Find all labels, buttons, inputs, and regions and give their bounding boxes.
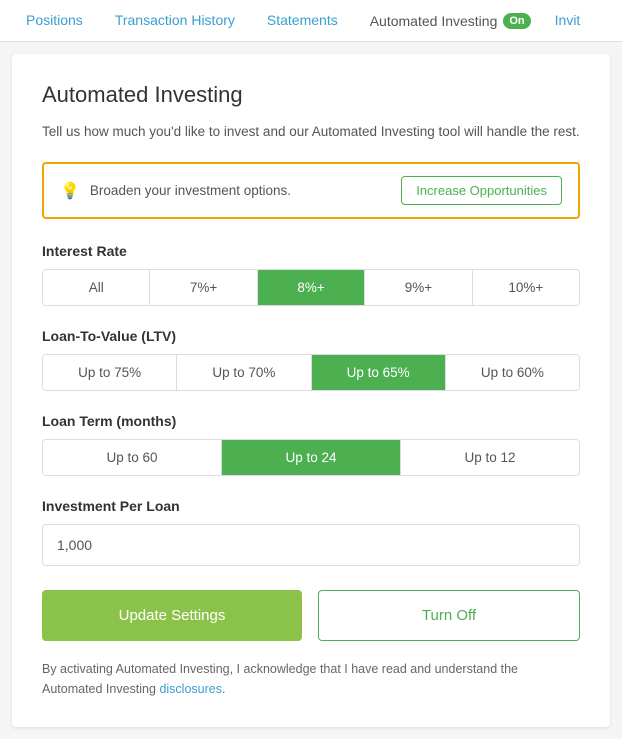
investment-per-loan-input[interactable] <box>42 524 580 566</box>
promo-left: 💡 Broaden your investment options. <box>60 181 291 201</box>
update-settings-button[interactable]: Update Settings <box>42 590 302 641</box>
interest-rate-8pct[interactable]: 8%+ <box>258 270 365 305</box>
loan-term-24[interactable]: Up to 24 <box>222 440 401 475</box>
page-description: Tell us how much you'd like to invest an… <box>42 122 580 142</box>
ltv-65[interactable]: Up to 65% <box>312 355 446 390</box>
promo-text: Broaden your investment options. <box>90 183 291 198</box>
ltv-group: Up to 75% Up to 70% Up to 65% Up to 60% <box>42 354 580 391</box>
footer-text-before: By activating Automated Investing, I ack… <box>42 662 518 696</box>
interest-rate-label: Interest Rate <box>42 243 580 259</box>
ltv-label: Loan-To-Value (LTV) <box>42 328 580 344</box>
main-content: Automated Investing Tell us how much you… <box>12 54 610 727</box>
interest-rate-all[interactable]: All <box>43 270 150 305</box>
investment-per-loan-label: Investment Per Loan <box>42 498 580 514</box>
promo-box: 💡 Broaden your investment options. Incre… <box>42 162 580 219</box>
loan-term-12[interactable]: Up to 12 <box>401 440 579 475</box>
tab-automated-investing[interactable]: Automated Investing On <box>354 1 547 41</box>
footer-text: By activating Automated Investing, I ack… <box>42 659 580 699</box>
footer-text-after: . <box>222 682 225 696</box>
increase-opportunities-button[interactable]: Increase Opportunities <box>401 176 562 205</box>
disclosures-link[interactable]: disclosures <box>159 682 222 696</box>
interest-rate-group: All 7%+ 8%+ 9%+ 10%+ <box>42 269 580 306</box>
tab-automated-investing-label: Automated Investing <box>370 13 498 29</box>
tab-invite[interactable]: Invit <box>547 0 589 42</box>
interest-rate-7pct[interactable]: 7%+ <box>150 270 257 305</box>
interest-rate-10pct[interactable]: 10%+ <box>473 270 579 305</box>
tab-bar: Positions Transaction History Statements… <box>0 0 622 42</box>
tab-transaction-history[interactable]: Transaction History <box>99 0 251 42</box>
action-row: Update Settings Turn Off <box>42 590 580 641</box>
ltv-60[interactable]: Up to 60% <box>446 355 579 390</box>
bulb-icon: 💡 <box>60 181 80 201</box>
loan-term-60[interactable]: Up to 60 <box>43 440 222 475</box>
automated-investing-badge: On <box>503 13 530 29</box>
ltv-75[interactable]: Up to 75% <box>43 355 177 390</box>
tab-positions[interactable]: Positions <box>10 0 99 42</box>
interest-rate-9pct[interactable]: 9%+ <box>365 270 472 305</box>
page-title: Automated Investing <box>42 82 580 108</box>
loan-term-group: Up to 60 Up to 24 Up to 12 <box>42 439 580 476</box>
turn-off-button[interactable]: Turn Off <box>318 590 580 641</box>
tab-statements[interactable]: Statements <box>251 0 354 42</box>
ltv-70[interactable]: Up to 70% <box>177 355 311 390</box>
loan-term-label: Loan Term (months) <box>42 413 580 429</box>
